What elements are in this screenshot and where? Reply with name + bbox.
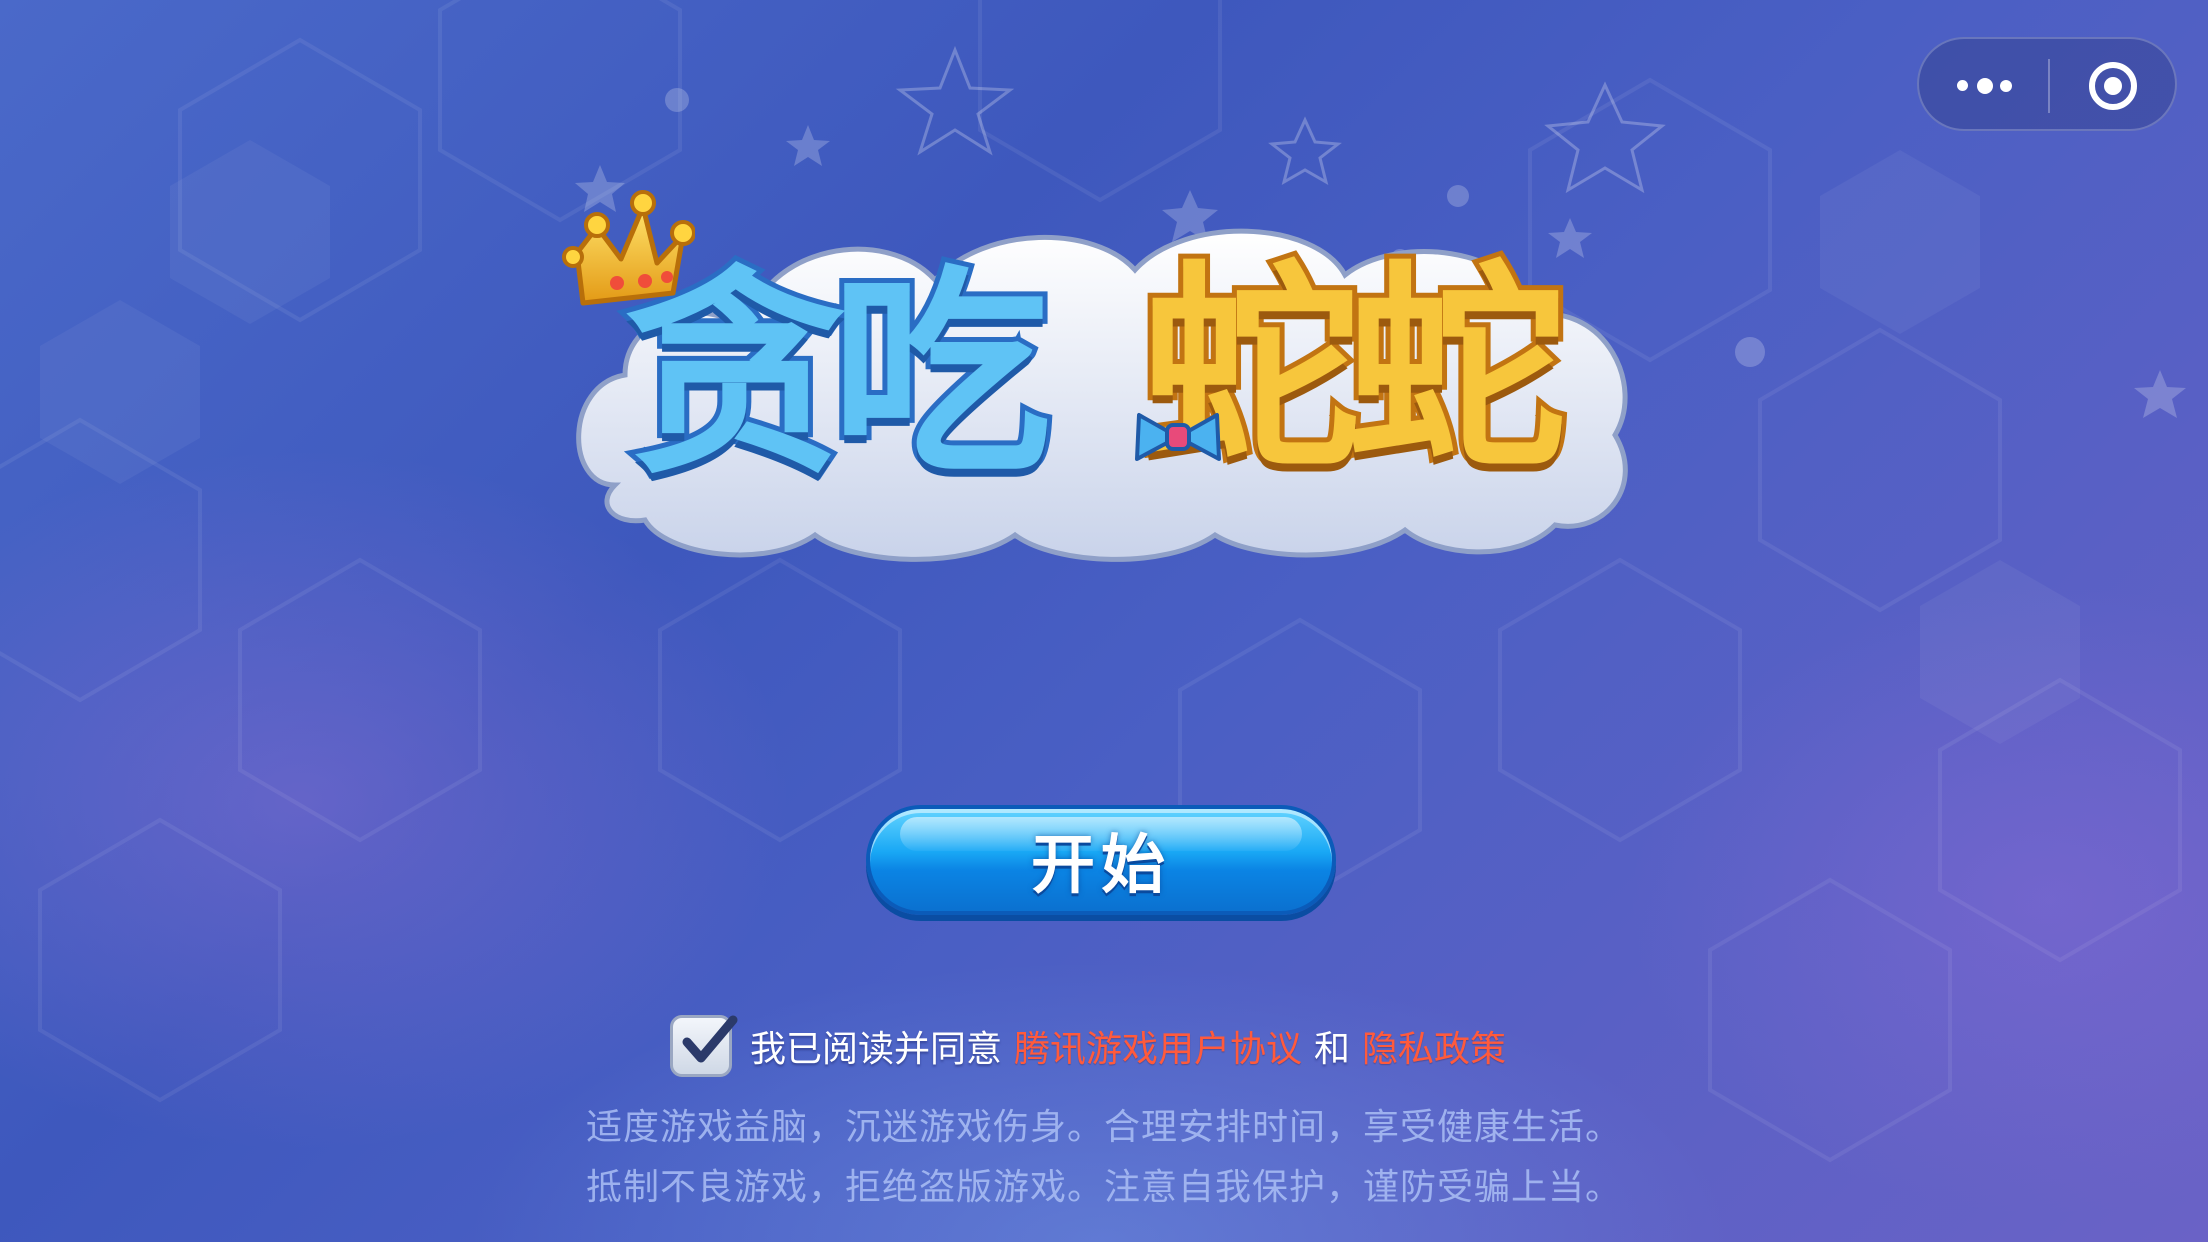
game-logo: 贪吃 蛇蛇 (555, 185, 1665, 585)
start-button[interactable]: 开始 (866, 805, 1336, 915)
agreement-prefix: 我已阅读并同意 (750, 1029, 1003, 1070)
health-notice-line2: 抵制不良游戏，拒绝盗版游戏。注意自我保护，谨防受骗上当。 (585, 1167, 1622, 1208)
checkmark-icon (682, 1015, 738, 1063)
more-dots-icon[interactable] (1953, 69, 2017, 103)
target-close-icon[interactable] (2087, 60, 2139, 112)
agreement-checkbox[interactable] (670, 1015, 738, 1077)
crown-icon (562, 190, 695, 306)
start-button-label: 开始 (1031, 829, 1171, 903)
privacy-link[interactable]: 隐私政策 (1362, 1020, 1506, 1072)
bow-icon (1135, 413, 1221, 461)
agreement-conjunction: 和 (1314, 1029, 1351, 1070)
menu-capsule (1917, 37, 2177, 131)
capsule-divider (2048, 59, 2050, 113)
logo-title: 贪吃 蛇蛇 (555, 185, 1665, 585)
terms-link[interactable]: 腾讯游戏用户协议 (1014, 1020, 1302, 1072)
agreement-row: 我已阅读并同意 腾讯游戏用户协议 和 隐私政策 (670, 1010, 1506, 1082)
health-notice-line1: 适度游戏益脑，沉迷游戏伤身。合理安排时间，享受健康生活。 (585, 1107, 1622, 1148)
